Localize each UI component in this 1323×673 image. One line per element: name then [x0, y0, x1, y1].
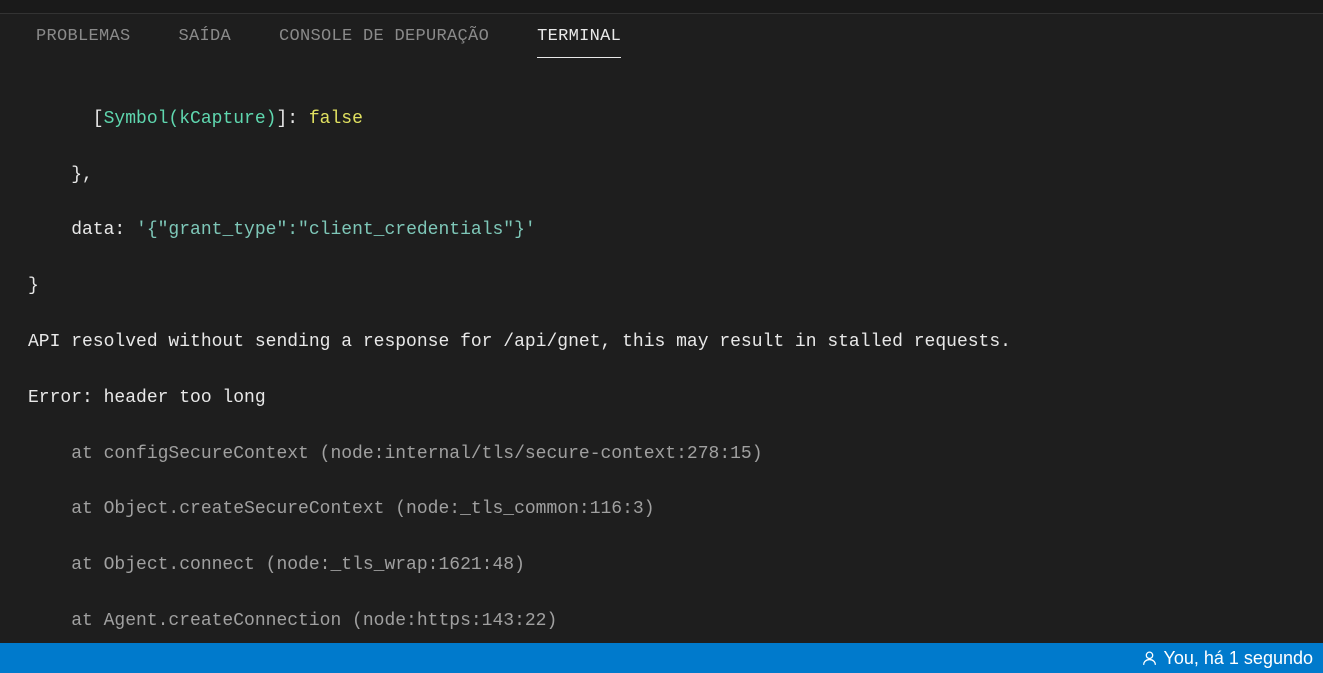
- stack-line: at Agent.createConnection (node:https:14…: [28, 608, 1295, 636]
- stack-line: at Object.createSecureContext (node:_tls…: [28, 496, 1295, 524]
- tab-problems[interactable]: PROBLEMAS: [36, 17, 131, 56]
- terminal-line: }: [28, 273, 1295, 301]
- tab-terminal[interactable]: TERMINAL: [537, 17, 621, 56]
- status-bar[interactable]: You, há 1 segundo: [0, 643, 1323, 673]
- top-border: [0, 0, 1323, 14]
- terminal-line: data: '{"grant_type":"client_credentials…: [28, 217, 1295, 245]
- terminal-line: },: [28, 162, 1295, 190]
- person-icon: [1141, 648, 1164, 669]
- tab-debug-console[interactable]: CONSOLE DE DEPURAÇÃO: [279, 17, 489, 56]
- stack-line: at Object.connect (node:_tls_wrap:1621:4…: [28, 552, 1295, 580]
- terminal-content[interactable]: [Symbol(kCapture)]: false }, data: '{"gr…: [0, 58, 1323, 673]
- terminal-line: [Symbol(kCapture)]: false: [28, 106, 1295, 134]
- status-text: You, há 1 segundo: [1164, 648, 1313, 669]
- panel-tabs: PROBLEMAS SAÍDA CONSOLE DE DEPURAÇÃO TER…: [0, 14, 1323, 58]
- stack-line: at configSecureContext (node:internal/tl…: [28, 441, 1295, 469]
- tab-output[interactable]: SAÍDA: [179, 17, 232, 56]
- terminal-line: Error: header too long: [28, 385, 1295, 413]
- terminal-line: API resolved without sending a response …: [28, 329, 1295, 357]
